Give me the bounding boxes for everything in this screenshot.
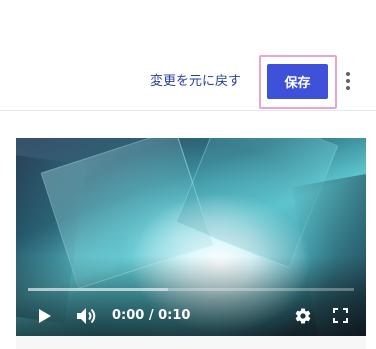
page: 変更を元に戻す 保存 0:00 / 0:10 [0, 0, 376, 349]
fullscreen-icon-svg [333, 308, 348, 323]
toolbar: 変更を元に戻す 保存 [0, 0, 376, 110]
kebab-dot [346, 79, 350, 83]
save-button[interactable]: 保存 [267, 64, 328, 99]
time-display: 0:00 / 0:10 [112, 308, 191, 323]
controls-gradient [16, 256, 366, 336]
more-vert-icon[interactable] [341, 70, 355, 92]
kebab-dot [346, 72, 350, 76]
revert-changes-button[interactable]: 変更を元に戻す [150, 71, 241, 93]
kebab-dot [346, 86, 350, 90]
divider [0, 110, 376, 111]
gear-icon[interactable] [294, 307, 312, 325]
volume-icon[interactable] [76, 306, 98, 326]
video-player[interactable]: 0:00 / 0:10 [16, 138, 366, 336]
progress-buffered [28, 288, 169, 291]
play-icon[interactable] [38, 308, 52, 324]
video-caption-area [16, 336, 366, 349]
fullscreen-icon[interactable] [333, 308, 348, 323]
play-icon-svg [39, 309, 51, 323]
progress-bar[interactable] [28, 288, 354, 291]
volume-icon-svg [77, 308, 96, 324]
gear-icon-svg [295, 308, 311, 324]
